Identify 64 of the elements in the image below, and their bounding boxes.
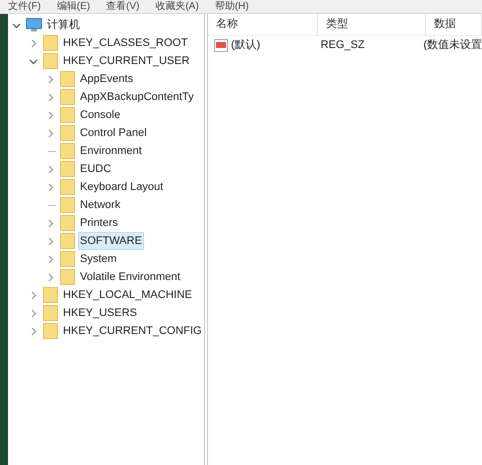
- tree-item[interactable]: Network: [78, 196, 122, 214]
- folder-icon: [43, 53, 58, 69]
- folder-icon: [60, 233, 75, 249]
- tree-item[interactable]: System: [78, 250, 119, 268]
- tree-item[interactable]: Keyboard Layout: [78, 178, 166, 196]
- folder-icon: [60, 143, 75, 159]
- tree-item[interactable]: Printers: [78, 214, 120, 232]
- tree-item[interactable]: Control Panel: [78, 124, 149, 142]
- folder-icon: [60, 89, 75, 105]
- chevron-right-icon[interactable]: [46, 182, 55, 192]
- tree-item[interactable]: HKEY_LOCAL_MACHINE: [61, 286, 194, 304]
- chevron-right-icon[interactable]: [29, 308, 38, 318]
- menu-item[interactable]: 查看(V): [106, 2, 140, 12]
- tree-item[interactable]: HKEY_CURRENT_USER: [61, 52, 192, 70]
- folder-icon: [43, 305, 58, 321]
- folder-icon: [60, 251, 75, 267]
- chevron-right-icon[interactable]: [46, 164, 55, 174]
- folder-icon: [60, 107, 75, 123]
- tree-item[interactable]: HKEY_CLASSES_ROOT: [61, 34, 190, 52]
- folder-icon: [60, 71, 75, 87]
- tree-item[interactable]: EUDC: [78, 160, 114, 178]
- chevron-right-icon[interactable]: [29, 326, 38, 336]
- column-header[interactable]: 类型: [318, 14, 426, 35]
- tree-item[interactable]: AppXBackupContentTy: [78, 88, 196, 106]
- chevron-right-icon[interactable]: [46, 218, 55, 228]
- chevron-right-icon[interactable]: [46, 254, 55, 264]
- chevron-right-icon[interactable]: [46, 236, 55, 246]
- string-value-icon: [214, 38, 228, 52]
- monitor-icon: [26, 18, 42, 32]
- chevron-right-icon[interactable]: [46, 92, 55, 102]
- column-header[interactable]: 名称: [208, 14, 318, 35]
- chevron-right-icon[interactable]: [29, 38, 38, 48]
- menu-item[interactable]: 文件(F): [8, 2, 41, 12]
- column-header[interactable]: 数据: [426, 14, 482, 35]
- tree-item[interactable]: Environment: [78, 142, 144, 160]
- folder-icon: [60, 269, 75, 285]
- chevron-down-icon[interactable]: [29, 56, 38, 66]
- tree-item[interactable]: HKEY_USERS: [61, 304, 139, 322]
- folder-icon: [60, 125, 75, 141]
- table-cell-text: (数值未设置: [422, 38, 482, 53]
- table-cell-text: REG_SZ: [320, 38, 366, 53]
- folder-icon: [43, 287, 58, 303]
- menu-item[interactable]: 收藏夹(A): [155, 2, 199, 12]
- chevron-right-icon[interactable]: [46, 110, 55, 120]
- tree-item[interactable]: SOFTWARE: [78, 232, 144, 250]
- tree-item[interactable]: HKEY_CURRENT_CONFIG: [61, 322, 204, 340]
- chevron-right-icon[interactable]: [29, 290, 38, 300]
- menu-item[interactable]: 编辑(E): [56, 2, 90, 12]
- chevron-down-icon[interactable]: [12, 20, 21, 30]
- chevron-right-icon[interactable]: [46, 128, 55, 138]
- folder-icon: [60, 215, 75, 231]
- tree-item[interactable]: Console: [78, 106, 122, 124]
- tree-item[interactable]: Volatile Environment: [78, 268, 182, 286]
- tree-item[interactable]: 计算机: [45, 16, 82, 34]
- chevron-right-icon[interactable]: [46, 272, 55, 282]
- chevron-right-icon[interactable]: [46, 74, 55, 84]
- folder-icon: [60, 197, 75, 213]
- folder-icon: [43, 323, 58, 339]
- folder-icon: [60, 179, 75, 195]
- table-cell-text: (默认): [231, 38, 260, 53]
- menu-item[interactable]: 帮助(H): [214, 2, 249, 12]
- folder-icon: [60, 161, 75, 177]
- folder-icon: [43, 35, 58, 51]
- tree-item[interactable]: AppEvents: [78, 70, 136, 88]
